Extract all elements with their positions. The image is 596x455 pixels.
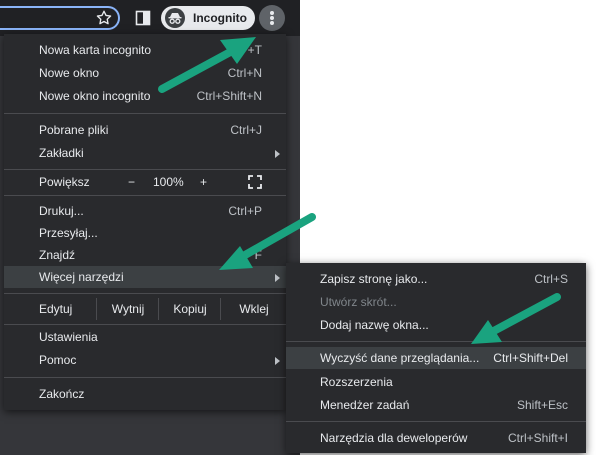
annotation-arrow-to-menu-button	[158, 37, 256, 93]
annotation-arrows	[158, 37, 561, 344]
annotation-arrow-to-clear-data	[471, 293, 561, 344]
annotation-arrow-to-more-tools	[219, 213, 316, 270]
